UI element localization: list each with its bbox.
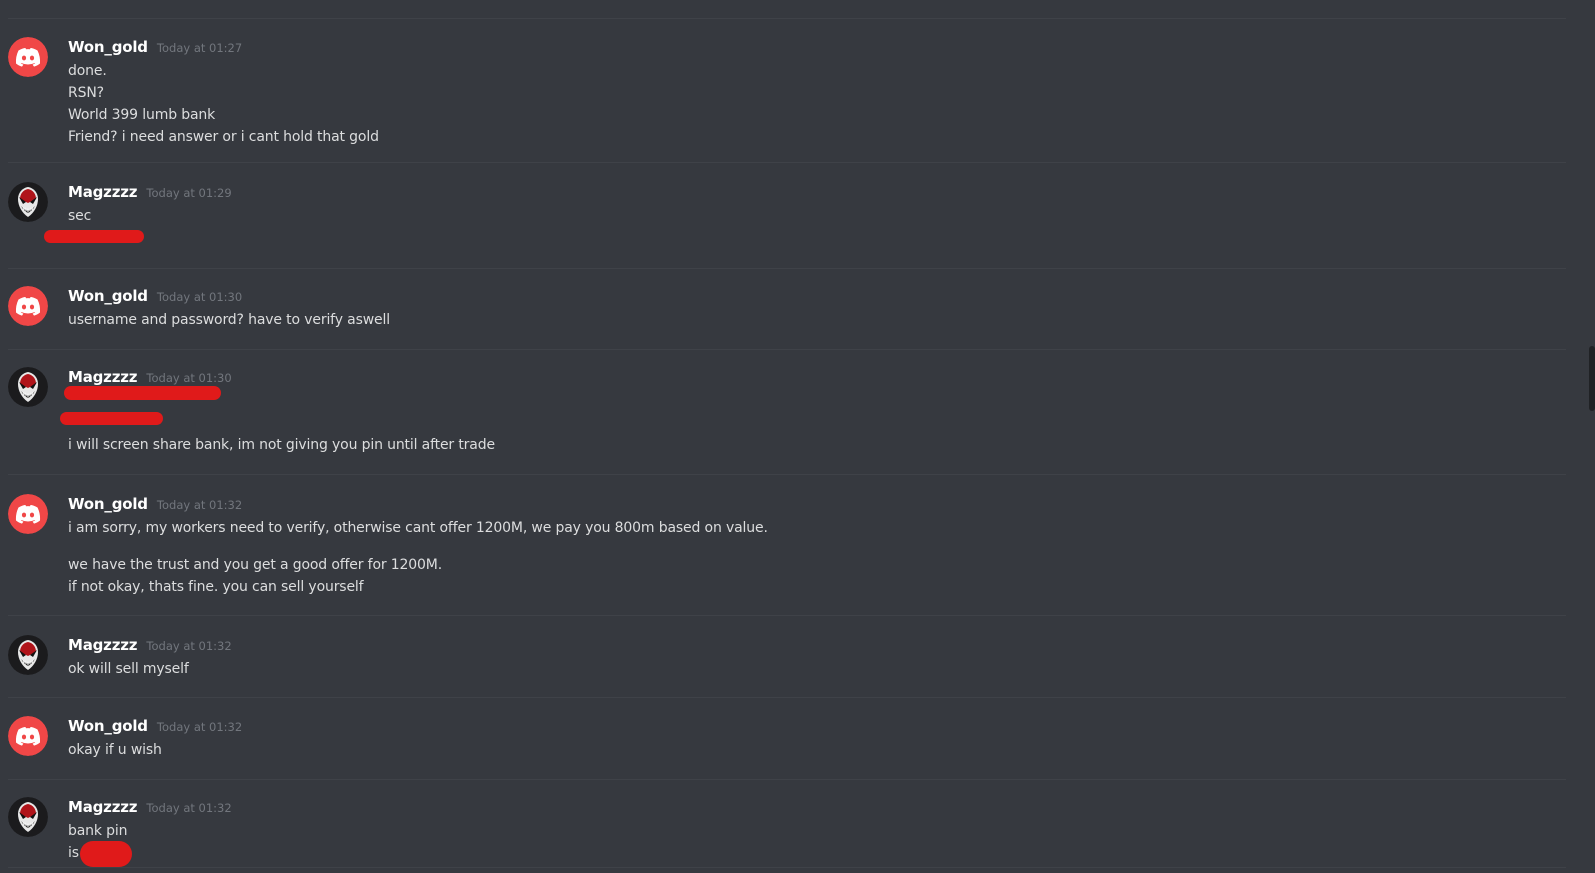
message-divider [8, 474, 1566, 475]
redaction-mark [64, 386, 221, 400]
discord-logo-icon[interactable] [8, 286, 48, 326]
message-header: Won_gold Today at 01:32 [68, 494, 242, 514]
message-divider [8, 268, 1566, 269]
message-line: World 399 lumb bank [68, 107, 216, 123]
message-group[interactable]: Magzzzz Today at 01:32 bank pin is [0, 797, 1560, 867]
message-line: bank pin [68, 823, 128, 839]
message-divider [8, 697, 1566, 698]
username[interactable]: Magzzzz [68, 368, 138, 386]
message-line: username and password? have to verify as… [68, 312, 390, 328]
venom-mask-icon[interactable] [8, 182, 48, 222]
discord-logo-icon[interactable] [8, 37, 48, 77]
message-line: i am sorry, my workers need to verify, o… [68, 520, 768, 536]
username[interactable]: Won_gold [68, 287, 148, 305]
message-group[interactable]: Won_gold Today at 01:32 okay if u wish [0, 716, 1560, 766]
message-divider [8, 615, 1566, 616]
message-group[interactable]: Won_gold Today at 01:32 i am sorry, my w… [0, 494, 1560, 604]
chat-message-list[interactable]: Won_gold Today at 01:27 done. RSN? World… [0, 0, 1595, 873]
username[interactable]: Magzzzz [68, 183, 138, 201]
username[interactable]: Won_gold [68, 38, 148, 56]
username[interactable]: Magzzzz [68, 798, 138, 816]
venom-mask-icon[interactable] [8, 635, 48, 675]
message-group[interactable]: Magzzzz Today at 01:30 i will screen sha… [0, 367, 1560, 462]
redaction-mark [60, 412, 163, 425]
venom-mask-icon[interactable] [8, 797, 48, 837]
message-header: Won_gold Today at 01:30 [68, 286, 242, 306]
message-line: if not okay, thats fine. you can sell yo… [68, 579, 364, 595]
message-line: Friend? i need answer or i cant hold tha… [68, 129, 379, 145]
message-line: okay if u wish [68, 742, 162, 758]
message-content: okay if u wish [68, 739, 162, 761]
message-divider [8, 779, 1566, 780]
redaction-mark [44, 230, 144, 243]
message-line: i will screen share bank, im not giving … [68, 437, 495, 453]
message-content: i am sorry, my workers need to verify, o… [68, 517, 768, 598]
message-group[interactable]: Won_gold Today at 01:27 done. RSN? World… [0, 37, 1560, 147]
redaction-mark [80, 841, 132, 867]
discord-logo-icon[interactable] [8, 716, 48, 756]
scrollbar-thumb[interactable] [1589, 346, 1595, 411]
timestamp[interactable]: Today at 01:32 [146, 801, 231, 815]
message-divider [8, 162, 1566, 163]
discord-logo-icon[interactable] [8, 494, 48, 534]
message-content: ok will sell myself [68, 658, 189, 680]
username[interactable]: Won_gold [68, 495, 148, 513]
timestamp[interactable]: Today at 01:27 [157, 41, 242, 55]
timestamp[interactable]: Today at 01:29 [146, 186, 231, 200]
message-header: Magzzzz Today at 01:32 [68, 635, 232, 655]
message-line: ok will sell myself [68, 661, 189, 677]
message-line: done. [68, 63, 107, 79]
timestamp[interactable]: Today at 01:32 [157, 720, 242, 734]
venom-mask-icon[interactable] [8, 367, 48, 407]
message-content: username and password? have to verify as… [68, 309, 390, 331]
message-content: done. RSN? World 399 lumb bank Friend? i… [68, 60, 379, 148]
message-line: we have the trust and you get a good off… [68, 557, 443, 573]
timestamp[interactable]: Today at 01:32 [146, 639, 231, 653]
message-line: RSN? [68, 85, 104, 101]
message-header: Magzzzz Today at 01:30 [68, 367, 232, 387]
timestamp[interactable]: Today at 01:30 [157, 290, 242, 304]
message-divider [8, 18, 1566, 19]
timestamp[interactable]: Today at 01:30 [146, 371, 231, 385]
message-group[interactable]: Magzzzz Today at 01:29 sec [0, 182, 1560, 252]
message-group[interactable]: Magzzzz Today at 01:32 ok will sell myse… [0, 635, 1560, 685]
username[interactable]: Magzzzz [68, 636, 138, 654]
message-header: Won_gold Today at 01:32 [68, 716, 242, 736]
timestamp[interactable]: Today at 01:32 [157, 498, 242, 512]
message-header: Magzzzz Today at 01:32 [68, 797, 232, 817]
message-header: Magzzzz Today at 01:29 [68, 182, 232, 202]
message-divider [8, 867, 1566, 868]
message-header: Won_gold Today at 01:27 [68, 37, 242, 57]
username[interactable]: Won_gold [68, 717, 148, 735]
message-line: sec [68, 208, 92, 224]
message-divider [8, 349, 1566, 350]
message-group[interactable]: Won_gold Today at 01:30 username and pas… [0, 286, 1560, 336]
